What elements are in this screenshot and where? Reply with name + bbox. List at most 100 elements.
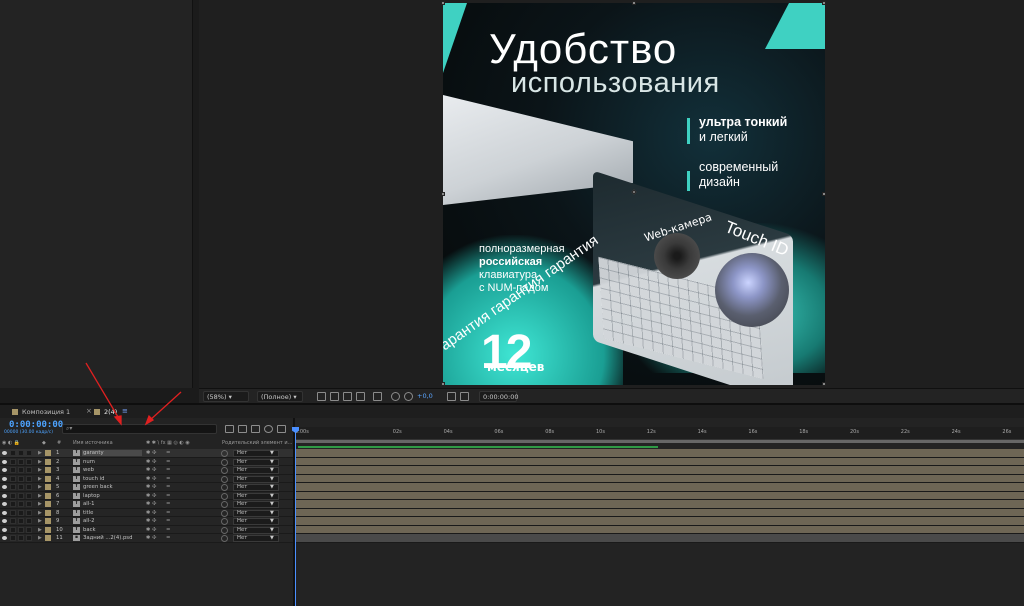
pick-whip-icon[interactable] [221, 492, 228, 500]
layer-name[interactable]: all-2 [83, 517, 94, 526]
expand-triangle-icon[interactable]: ▶ [38, 483, 42, 492]
solo-toggle[interactable] [18, 450, 24, 456]
label-color-swatch[interactable] [45, 509, 51, 516]
solo-toggle[interactable] [18, 492, 24, 499]
layer-name[interactable]: touch id [83, 475, 104, 484]
layer-name[interactable]: web [83, 466, 94, 475]
transform-handle[interactable] [822, 192, 826, 196]
lock-toggle[interactable] [26, 484, 32, 490]
layer-name[interactable]: laptop [83, 492, 100, 501]
layer-row[interactable]: ▶ 4 T touch id ✱ ✣ ═ Нет ▼ [0, 474, 294, 484]
label-color-swatch[interactable] [45, 458, 51, 465]
label-color-swatch[interactable] [45, 518, 51, 524]
show-snapshot-icon[interactable] [460, 392, 469, 401]
solo-toggle[interactable] [18, 518, 24, 524]
transform-handle[interactable] [822, 382, 826, 386]
audio-toggle[interactable] [10, 450, 16, 456]
pick-whip-icon[interactable] [221, 535, 228, 542]
transform-handle[interactable] [441, 382, 445, 386]
view-options-icon[interactable] [373, 392, 382, 401]
shy-icon[interactable] [251, 425, 260, 433]
lock-toggle[interactable] [26, 501, 32, 507]
layer-track-bar[interactable] [295, 483, 1024, 492]
layer-track-bar[interactable] [295, 474, 1024, 483]
comp-flowchart-icon[interactable] [225, 425, 234, 433]
expand-triangle-icon[interactable]: ▶ [38, 500, 42, 509]
layer-name[interactable]: num [83, 458, 95, 467]
camera-snapshot-icon[interactable] [447, 392, 456, 401]
expand-triangle-icon[interactable]: ▶ [38, 517, 42, 526]
layer-switches[interactable]: ✱ ✣ ═ [146, 517, 170, 526]
work-area-bar[interactable] [295, 440, 1024, 443]
transform-handle[interactable] [441, 192, 445, 196]
transparency-grid-icon[interactable] [330, 392, 339, 401]
layer-track-bar[interactable] [295, 466, 1024, 475]
audio-toggle[interactable] [10, 492, 16, 499]
solo-toggle[interactable] [18, 484, 24, 490]
expand-triangle-icon[interactable]: ▶ [38, 492, 42, 501]
transform-handle[interactable] [441, 1, 445, 5]
chevron-down-icon[interactable]: ▼ [270, 534, 274, 543]
layer-name[interactable]: title [83, 509, 93, 518]
layer-track-bar[interactable] [295, 457, 1024, 466]
layer-row[interactable]: ▶ 5 T green back ✱ ✣ ═ Нет ▼ [0, 483, 294, 492]
eye-icon[interactable] [2, 527, 7, 532]
eye-icon[interactable] [2, 493, 7, 498]
expand-triangle-icon[interactable]: ▶ [38, 466, 42, 475]
playhead-line[interactable] [295, 427, 296, 606]
chevron-down-icon[interactable]: ▼ [270, 466, 274, 475]
chevron-down-icon[interactable]: ▼ [270, 483, 274, 492]
current-time[interactable]: 0:00:00:00 [9, 420, 63, 430]
chevron-down-icon[interactable]: ▼ [270, 449, 274, 458]
audio-toggle[interactable] [10, 501, 16, 507]
lock-toggle[interactable] [26, 467, 32, 473]
viewer-timecode[interactable]: 0:00:00:00 [479, 391, 519, 402]
transform-handle[interactable] [822, 1, 826, 5]
layer-track-bar[interactable] [295, 449, 1024, 458]
chevron-down-icon[interactable]: ▼ [270, 475, 274, 484]
layer-name[interactable]: all-1 [83, 500, 94, 509]
expand-triangle-icon[interactable]: ▶ [38, 475, 42, 484]
lock-toggle[interactable] [26, 450, 32, 456]
label-color-swatch[interactable] [45, 450, 51, 456]
exposure-value[interactable]: +0,0 [417, 392, 433, 400]
solo-toggle[interactable] [18, 509, 24, 516]
layer-track-bar[interactable] [295, 500, 1024, 509]
lock-toggle[interactable] [26, 518, 32, 524]
layer-switches[interactable]: ✱ ✣ ═ [146, 526, 170, 535]
label-color-swatch[interactable] [45, 475, 51, 482]
panel-menu-icon[interactable]: ≡ [122, 407, 128, 415]
pick-whip-icon[interactable] [221, 509, 228, 517]
layer-row[interactable]: ▶ 1 T garanty ✱ ✣ ═ Нет ▼ [0, 449, 294, 458]
solo-toggle[interactable] [18, 458, 24, 465]
label-color-swatch[interactable] [45, 526, 51, 533]
graph-editor-icon[interactable] [277, 425, 286, 433]
solo-toggle[interactable] [18, 535, 24, 541]
label-color-swatch[interactable] [45, 535, 51, 541]
chevron-down-icon[interactable]: ▼ [270, 517, 274, 526]
lock-toggle[interactable] [26, 475, 32, 482]
layer-row[interactable]: ▶ 8 T title ✱ ✣ ═ Нет ▼ [0, 508, 294, 518]
audio-toggle[interactable] [10, 458, 16, 465]
pick-whip-icon[interactable] [221, 458, 228, 466]
audio-toggle[interactable] [10, 475, 16, 482]
frame-blending-icon[interactable] [264, 425, 273, 433]
tab-composition-1[interactable]: Композиция 1 [12, 407, 70, 417]
expand-triangle-icon[interactable]: ▶ [38, 526, 42, 535]
eye-icon[interactable] [2, 536, 7, 540]
lock-toggle[interactable] [26, 492, 32, 499]
layer-switches[interactable]: ✱ ✣ ═ [146, 458, 170, 467]
layer-row[interactable]: ▶ 10 T back ✱ ✣ ═ Нет ▼ [0, 525, 294, 535]
col-source-name[interactable]: Имя источника [73, 439, 113, 448]
resolution-dropdown[interactable]: (Полное) ▾ [257, 391, 303, 402]
guides-icon[interactable] [356, 392, 365, 401]
time-ruler[interactable]: 0:00s 02s 04s 06s 08s 10s 12s 14s 16s 18s 20s 22s 24… [295, 427, 1024, 440]
eye-icon[interactable] [2, 459, 7, 464]
solo-toggle[interactable] [18, 475, 24, 482]
audio-toggle[interactable] [10, 518, 16, 524]
eye-icon[interactable] [2, 476, 7, 481]
lock-toggle[interactable] [26, 458, 32, 465]
layer-switches[interactable]: ✱ ✣ ═ [146, 449, 170, 458]
layer-row[interactable]: ▶ 2 T num ✱ ✣ ═ Нет ▼ [0, 457, 294, 467]
pick-whip-icon[interactable] [221, 484, 228, 491]
